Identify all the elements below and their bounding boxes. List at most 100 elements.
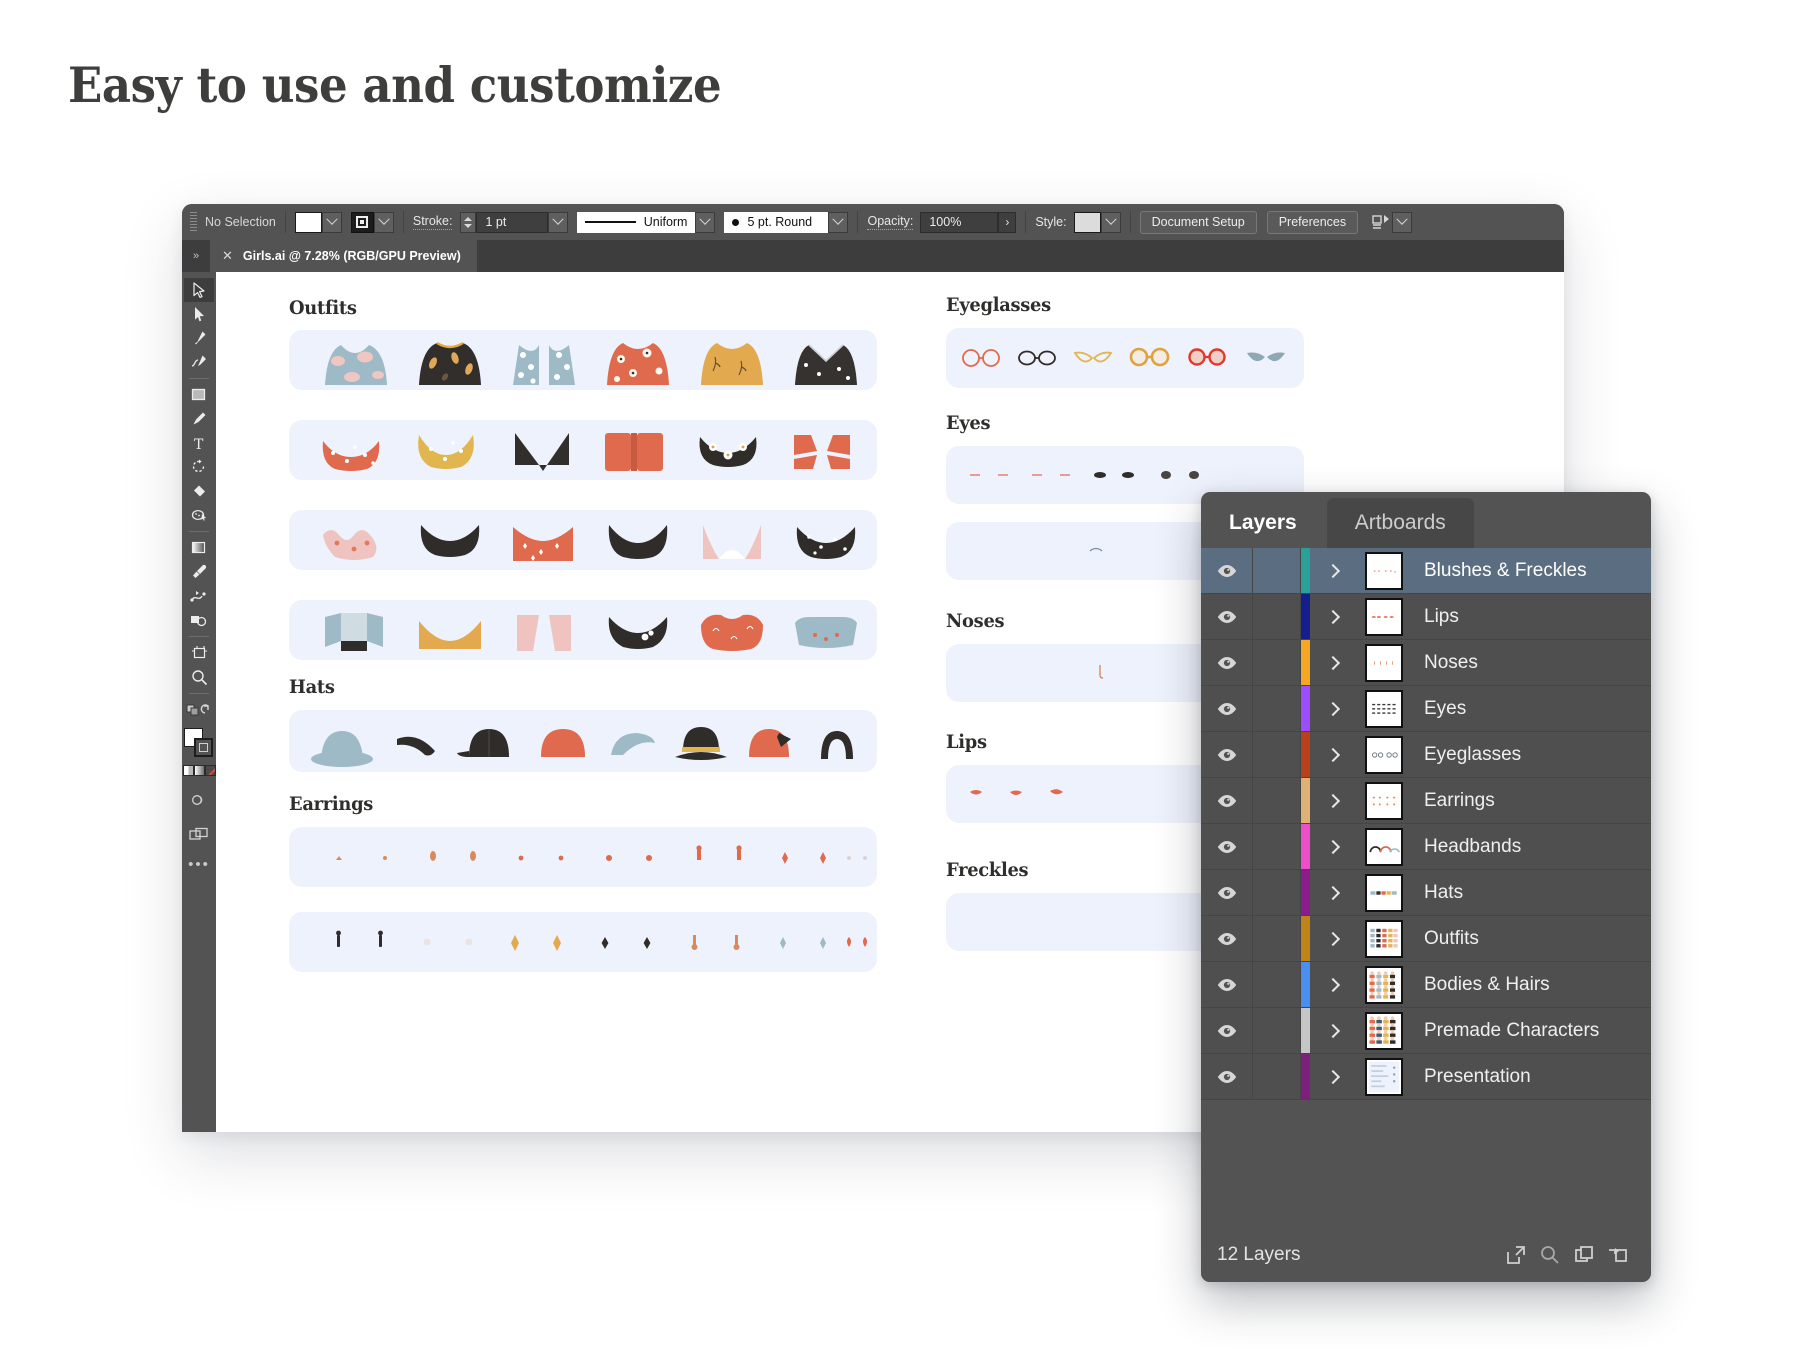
graphic-style-swatch[interactable] <box>1073 211 1101 233</box>
layer-lock-toggle[interactable] <box>1253 870 1301 915</box>
layer-visibility-toggle[interactable] <box>1201 824 1253 869</box>
layer-lock-toggle[interactable] <box>1253 732 1301 777</box>
stroke-swatch[interactable] <box>350 211 374 233</box>
layer-expand-chevron-icon[interactable] <box>1310 732 1356 777</box>
align-arrange-icon[interactable] <box>1372 213 1392 231</box>
layer-expand-chevron-icon[interactable] <box>1310 594 1356 639</box>
profile-caret[interactable] <box>695 211 716 233</box>
outfits-row-4[interactable] <box>289 600 877 660</box>
visibility-icon[interactable] <box>1216 932 1238 946</box>
brush-definition[interactable]: 5 pt. Round <box>724 211 829 233</box>
rectangle-tool[interactable] <box>184 383 214 407</box>
visibility-icon[interactable] <box>1216 886 1238 900</box>
arrange-caret[interactable] <box>1392 211 1413 233</box>
layer-visibility-toggle[interactable] <box>1201 870 1253 915</box>
layer-visibility-toggle[interactable] <box>1201 916 1253 961</box>
direct-selection-tool[interactable] <box>184 302 214 326</box>
variable-width-profile[interactable]: Uniform <box>577 211 696 233</box>
opacity-options-button[interactable]: › <box>998 211 1017 233</box>
visibility-icon[interactable] <box>1216 794 1238 808</box>
layer-row[interactable]: Outfits <box>1201 916 1651 962</box>
brush-caret[interactable] <box>828 211 849 233</box>
visibility-icon[interactable] <box>1216 840 1238 854</box>
shape-builder-tool[interactable] <box>184 608 214 632</box>
fill-dropdown-caret[interactable] <box>321 211 342 233</box>
layer-lock-toggle[interactable] <box>1253 962 1301 1007</box>
drawing-mode-icon[interactable] <box>184 788 214 812</box>
delete-layer-icon[interactable] <box>1601 1238 1635 1272</box>
curvature-tool[interactable] <box>184 350 214 374</box>
paintbrush-tool[interactable] <box>184 407 214 431</box>
layer-expand-chevron-icon[interactable] <box>1310 548 1356 593</box>
layer-lock-toggle[interactable] <box>1253 1054 1301 1099</box>
fill-and-stroke-indicator[interactable] <box>184 728 214 758</box>
layer-lock-toggle[interactable] <box>1253 640 1301 685</box>
opacity-label[interactable]: Opacity: <box>867 214 914 230</box>
layer-row[interactable]: Headbands <box>1201 824 1651 870</box>
outfits-row-1[interactable] <box>289 330 877 390</box>
layer-expand-chevron-icon[interactable] <box>1310 824 1356 869</box>
visibility-icon[interactable] <box>1216 702 1238 716</box>
visibility-icon[interactable] <box>1216 1070 1238 1084</box>
color-fill-icon[interactable] <box>182 765 194 776</box>
layer-row[interactable]: Presentation <box>1201 1054 1651 1100</box>
layer-lock-toggle[interactable] <box>1253 1008 1301 1053</box>
layer-lock-toggle[interactable] <box>1253 594 1301 639</box>
screen-mode-icon[interactable] <box>184 822 214 846</box>
layer-visibility-toggle[interactable] <box>1201 640 1253 685</box>
pen-tool[interactable] <box>184 326 214 350</box>
stroke-weight-input[interactable]: 1 pt <box>476 211 549 233</box>
layer-visibility-toggle[interactable] <box>1201 686 1253 731</box>
layers-panel[interactable]: Layers Artboards Blushes & Freckles Lips N… <box>1201 492 1651 1282</box>
layer-expand-chevron-icon[interactable] <box>1310 962 1356 1007</box>
layer-row[interactable]: Lips <box>1201 594 1651 640</box>
tab-layers[interactable]: Layers <box>1201 498 1325 548</box>
opacity-input[interactable]: 100% <box>920 211 999 233</box>
earrings-row-2[interactable] <box>289 912 877 972</box>
color-mode-buttons[interactable] <box>182 765 216 776</box>
layer-list[interactable]: Blushes & Freckles Lips Noses Eyes Eyeglasse… <box>1201 548 1651 1100</box>
panel-grip[interactable] <box>190 212 197 232</box>
layer-row[interactable]: Hats <box>1201 870 1651 916</box>
layer-lock-toggle[interactable] <box>1253 778 1301 823</box>
visibility-icon[interactable] <box>1216 564 1238 578</box>
layer-visibility-toggle[interactable] <box>1201 778 1253 823</box>
selection-tool[interactable] <box>184 278 214 302</box>
stroke-weight-label[interactable]: Stroke: <box>412 214 453 230</box>
gradient-tool[interactable] <box>184 536 214 560</box>
outfits-row-2[interactable] <box>289 420 877 480</box>
layer-row[interactable]: Blushes & Freckles <box>1201 548 1651 594</box>
artboard-tool[interactable] <box>184 641 214 665</box>
layer-expand-chevron-icon[interactable] <box>1310 778 1356 823</box>
outfits-row-3[interactable] <box>289 510 877 570</box>
visibility-icon[interactable] <box>1216 1024 1238 1038</box>
visibility-icon[interactable] <box>1216 748 1238 762</box>
blend-tool[interactable] <box>184 584 214 608</box>
eraser-tool[interactable] <box>184 479 214 503</box>
new-layer-icon[interactable] <box>1567 1238 1601 1272</box>
layer-lock-toggle[interactable] <box>1253 686 1301 731</box>
visibility-icon[interactable] <box>1216 978 1238 992</box>
type-tool[interactable]: T <box>184 431 214 455</box>
rotate-tool[interactable] <box>184 455 214 479</box>
layer-row[interactable]: Eyeglasses <box>1201 732 1651 778</box>
locate-object-icon[interactable] <box>1499 1238 1533 1272</box>
layer-row[interactable]: Premade Characters <box>1201 1008 1651 1054</box>
layer-row[interactable]: Eyes <box>1201 686 1651 732</box>
layer-visibility-toggle[interactable] <box>1201 1054 1253 1099</box>
preferences-button[interactable]: Preferences <box>1266 210 1359 234</box>
layer-visibility-toggle[interactable] <box>1201 594 1253 639</box>
shaper-tool[interactable] <box>184 503 214 527</box>
tab-artboards[interactable]: Artboards <box>1326 498 1474 548</box>
visibility-icon[interactable] <box>1216 656 1238 670</box>
layer-expand-chevron-icon[interactable] <box>1310 916 1356 961</box>
stroke-weight-stepper[interactable] <box>460 211 477 233</box>
layer-lock-toggle[interactable] <box>1253 824 1301 869</box>
layer-visibility-toggle[interactable] <box>1201 962 1253 1007</box>
hats-row[interactable] <box>289 710 877 772</box>
fill-stroke-swap-row[interactable] <box>184 698 214 722</box>
layer-visibility-toggle[interactable] <box>1201 548 1253 593</box>
zoom-tool[interactable] <box>184 665 214 689</box>
eyedropper-tool[interactable] <box>184 560 214 584</box>
layer-lock-toggle[interactable] <box>1253 916 1301 961</box>
